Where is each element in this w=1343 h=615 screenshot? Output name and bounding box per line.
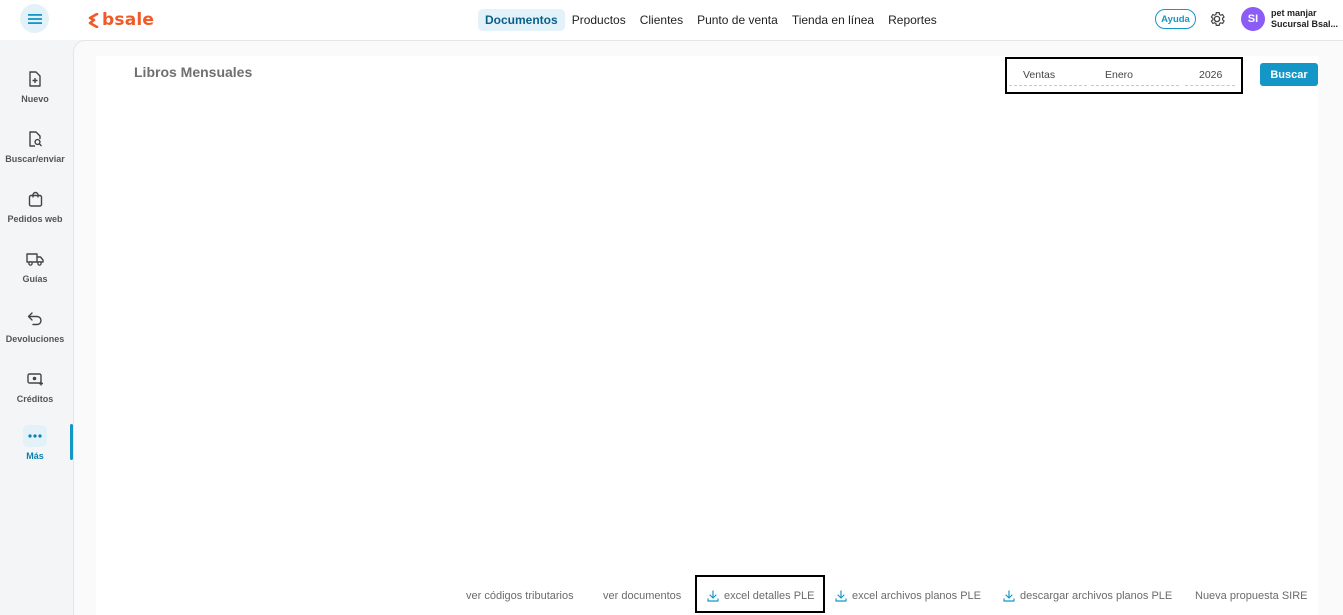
search-button[interactable]: Buscar (1260, 63, 1318, 86)
nueva-propuesta-sire-link[interactable]: Nueva propuesta SIRE (1195, 590, 1308, 602)
footer-link-label: ver documentos (603, 590, 682, 602)
footer-link-label: excel archivos planos PLE (852, 590, 982, 602)
menu-icon (27, 13, 42, 24)
bsale-logo[interactable]: bsale (88, 10, 154, 30)
user-name: pet manjar (1271, 8, 1317, 18)
logo-text: bsale (102, 10, 155, 30)
sidebar-item-guias[interactable]: Guías (0, 243, 70, 293)
file-plus-icon (29, 71, 41, 87)
help-button[interactable]: Ayuda (1155, 9, 1196, 29)
hamburger-menu-button[interactable] (20, 4, 49, 33)
sidebar-item-pedidos-web[interactable]: Pedidos web (0, 183, 70, 233)
download-icon (835, 590, 847, 602)
credit-icon (26, 373, 43, 386)
sidebar-item-mas[interactable]: Más (0, 420, 70, 470)
sidebar-item-label: Más (26, 451, 44, 461)
truck-icon (26, 253, 44, 266)
more-dots-icon (28, 434, 42, 438)
sidebar-item-label: Nuevo (21, 94, 49, 104)
nav-clientes[interactable]: Clientes (633, 9, 690, 31)
footer-link-label: ver códigos tributarios (466, 590, 574, 602)
ver-codigos-tributarios-link[interactable]: ver códigos tributarios (466, 590, 574, 602)
user-info[interactable]: pet manjar Sucursal Bsal... (1271, 8, 1341, 30)
nav-productos[interactable]: Productos (565, 9, 633, 31)
content-card (96, 56, 1318, 615)
anio-select[interactable]: 2026 (1185, 67, 1235, 86)
sidebar-item-creditos[interactable]: Créditos (0, 363, 70, 413)
sidebar-item-label: Buscar/enviar (5, 154, 65, 164)
sidebar-item-nuevo[interactable]: Nuevo (0, 63, 70, 113)
footer-link-label: descargar archivos planos PLE (1020, 590, 1173, 602)
top-bar: bsale Documentos Productos Clientes Punt… (0, 0, 1343, 40)
sidebar-item-label: Guías (22, 274, 48, 284)
nav-documentos[interactable]: Documentos (478, 8, 565, 31)
filter-group: Ventas Enero 2026 (1005, 57, 1243, 94)
nav-reportes[interactable]: Reportes (881, 9, 944, 31)
return-arrow-icon (27, 312, 42, 326)
sidebar-item-devoluciones[interactable]: Devoluciones (0, 303, 70, 353)
main-nav: Documentos Productos Clientes Punto de v… (478, 8, 944, 31)
tipo-select[interactable]: Ventas (1009, 67, 1087, 86)
nav-punto-de-venta[interactable]: Punto de venta (690, 9, 785, 31)
sidebar-item-label: Pedidos web (7, 214, 63, 224)
shopping-bag-icon (28, 191, 42, 207)
footer-link-label: Nueva propuesta SIRE (1195, 590, 1308, 602)
user-branch: Sucursal Bsal... (1271, 19, 1339, 29)
sidebar-item-buscar-enviar[interactable]: Buscar/enviar (0, 123, 70, 173)
ver-documentos-link[interactable]: ver documentos (603, 590, 681, 602)
file-search-icon (28, 131, 42, 147)
highlight-box (695, 575, 825, 613)
sidebar-item-label: Créditos (16, 394, 54, 404)
gear-icon[interactable] (1208, 10, 1226, 28)
bsale-logo-icon (88, 12, 99, 28)
download-icon (1003, 590, 1015, 602)
mes-select[interactable]: Enero (1091, 67, 1179, 86)
avatar[interactable]: SI (1241, 7, 1265, 31)
sidebar-item-label: Devoluciones (5, 334, 65, 344)
page-title: Libros Mensuales (134, 64, 253, 80)
nav-tienda-en-linea[interactable]: Tienda en línea (785, 9, 881, 31)
descargar-archivos-planos-ple-link[interactable]: descargar archivos planos PLE (1003, 590, 1172, 602)
excel-archivos-planos-ple-link[interactable]: excel archivos planos PLE (835, 590, 981, 602)
